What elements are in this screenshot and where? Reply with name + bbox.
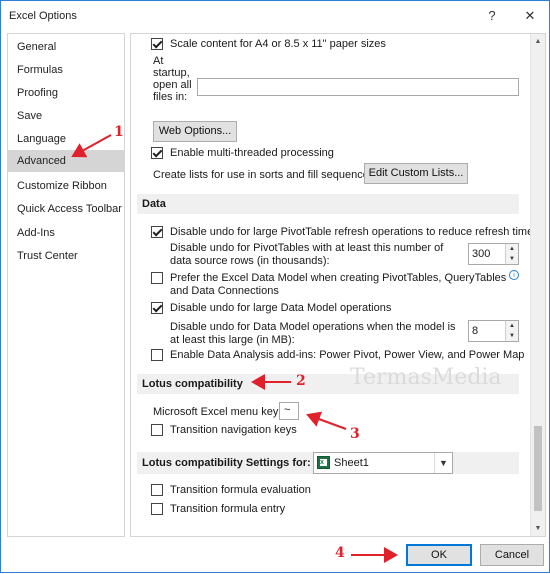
- prefer-data-model-checkbox[interactable]: [151, 272, 163, 284]
- disable-undo-model-checkbox[interactable]: [151, 302, 163, 314]
- edit-custom-lists-button[interactable]: Edit Custom Lists...: [364, 163, 468, 184]
- sheet-select-value: Sheet1: [334, 457, 369, 469]
- analysis-addins-label: Enable Data Analysis add-ins: Power Pivo…: [170, 349, 525, 361]
- transition-nav-checkbox[interactable]: [151, 424, 163, 436]
- transition-formula-entry-label: Transition formula entry: [170, 503, 286, 515]
- prefer-data-model-label: Prefer the Excel Data Model when creatin…: [170, 272, 507, 297]
- info-icon[interactable]: i: [509, 270, 519, 280]
- sidebar-item-formulas[interactable]: Formulas: [8, 59, 124, 81]
- sidebar-item-trust-center[interactable]: Trust Center: [8, 245, 124, 267]
- transition-formula-eval-label: Transition formula evaluation: [170, 484, 311, 496]
- spin-down-icon[interactable]: ▼: [506, 331, 518, 341]
- annotation-step-4: 4: [335, 545, 345, 561]
- pivot-rows-spin-buttons[interactable]: ▲ ▼: [505, 244, 518, 264]
- watermark-text: TermasMedia: [350, 365, 502, 390]
- multi-thread-checkbox[interactable]: [151, 147, 163, 159]
- vertical-scrollbar[interactable]: ▲ ▼: [530, 34, 545, 536]
- scale-content-label: Scale content for A4 or 8.5 x 11" paper …: [170, 38, 386, 50]
- sidebar-item-general[interactable]: General: [8, 36, 124, 58]
- custom-lists-label: Create lists for use in sorts and fill s…: [153, 169, 378, 181]
- sheet-icon: x: [317, 456, 330, 469]
- sidebar-item-add-ins[interactable]: Add-Ins: [8, 222, 124, 244]
- sidebar-item-language[interactable]: Language: [8, 128, 124, 150]
- lotus-sheet-select[interactable]: x Sheet1 ▼: [313, 452, 453, 474]
- model-size-spinner[interactable]: 8 ▲ ▼: [468, 320, 519, 342]
- analysis-addins-checkbox[interactable]: [151, 349, 163, 361]
- sidebar-item-customize-ribbon[interactable]: Customize Ribbon: [8, 175, 124, 197]
- model-size-spin-buttons[interactable]: ▲ ▼: [505, 321, 518, 341]
- disable-undo-model-label: Disable undo for large Data Model operat…: [170, 302, 392, 314]
- web-options-button[interactable]: Web Options...: [153, 121, 237, 142]
- sidebar-item-advanced[interactable]: Advanced: [8, 150, 124, 172]
- transition-nav-label: Transition navigation keys: [170, 424, 297, 436]
- spin-down-icon[interactable]: ▼: [506, 254, 518, 264]
- excel-options-dialog: Excel Options ? ✕ General Formulas Proof…: [0, 0, 550, 573]
- scroll-thumb[interactable]: [534, 426, 542, 511]
- title-bar: Excel Options ? ✕: [1, 1, 549, 31]
- disable-undo-pivot-checkbox[interactable]: [151, 226, 163, 238]
- scroll-down-icon[interactable]: ▼: [531, 521, 545, 536]
- lotus-settings-header-text: Lotus compatibility Settings for:: [142, 457, 311, 469]
- transition-formula-entry-checkbox[interactable]: [151, 503, 163, 515]
- pivot-rows-value: 300: [472, 248, 491, 260]
- advanced-options-panel: Scale content for A4 or 8.5 x 11" paper …: [130, 33, 546, 537]
- menu-key-input[interactable]: ~: [279, 402, 299, 420]
- spin-up-icon[interactable]: ▲: [506, 321, 518, 331]
- transition-formula-eval-checkbox[interactable]: [151, 484, 163, 496]
- scroll-up-icon[interactable]: ▲: [531, 34, 545, 49]
- dialog-title: Excel Options: [9, 10, 77, 22]
- scale-content-checkbox[interactable]: [151, 38, 163, 50]
- help-button[interactable]: ?: [481, 5, 503, 27]
- model-size-value: 8: [472, 325, 479, 337]
- startup-open-input[interactable]: [197, 78, 519, 96]
- disable-undo-pivot-label: Disable undo for large PivotTable refres…: [170, 226, 534, 238]
- pivot-rows-label: Disable undo for PivotTables with at lea…: [170, 242, 444, 267]
- pivot-rows-spinner[interactable]: 300 ▲ ▼: [468, 243, 519, 265]
- options-sidebar: General Formulas Proofing Save Language …: [7, 33, 125, 537]
- cancel-button[interactable]: Cancel: [480, 544, 544, 566]
- annotation-step-2: 2: [296, 373, 306, 389]
- multi-thread-label: Enable multi-threaded processing: [170, 147, 334, 159]
- close-button[interactable]: ✕: [519, 5, 541, 27]
- spin-up-icon[interactable]: ▲: [506, 244, 518, 254]
- ok-button[interactable]: OK: [406, 544, 472, 566]
- menu-key-label: Microsoft Excel menu key:: [153, 406, 282, 418]
- data-section-header: Data: [137, 194, 519, 214]
- startup-open-label: At startup, open all files in:: [153, 55, 192, 103]
- chevron-down-icon[interactable]: ▼: [434, 453, 452, 473]
- annotation-step-1: 1: [114, 124, 124, 140]
- sidebar-item-proofing[interactable]: Proofing: [8, 82, 124, 104]
- model-size-label: Disable undo for Data Model operations w…: [170, 321, 456, 346]
- sidebar-item-quick-access-toolbar[interactable]: Quick Access Toolbar: [8, 198, 124, 220]
- sidebar-item-save[interactable]: Save: [8, 105, 124, 127]
- annotation-step-3: 3: [350, 426, 360, 442]
